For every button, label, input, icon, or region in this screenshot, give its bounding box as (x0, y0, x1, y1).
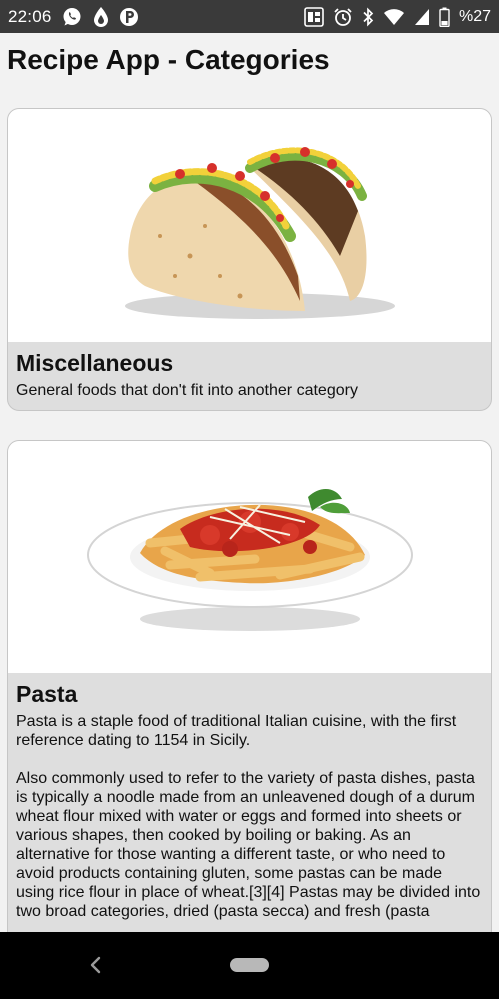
category-list[interactable]: Miscellaneous General foods that don't f… (0, 96, 499, 932)
navigation-bar (0, 932, 499, 999)
category-description-paragraph: Also commonly used to refer to the varie… (16, 770, 481, 920)
category-description: Pasta is a staple food of traditional It… (16, 712, 483, 921)
back-icon[interactable] (84, 952, 106, 978)
category-image-tacos (8, 109, 491, 342)
status-time: 22:06 (8, 6, 52, 26)
signal-icon (414, 8, 430, 26)
category-card-pasta[interactable]: Pasta Pasta is a staple food of traditio… (7, 440, 492, 932)
category-image-pasta (8, 441, 491, 673)
alarm-icon (333, 7, 353, 27)
whatsapp-icon (61, 6, 83, 28)
pasta-illustration (86, 488, 413, 631)
status-left: 22:06 (8, 6, 139, 28)
category-title: Pasta (16, 681, 78, 707)
drop-icon (92, 6, 110, 28)
p-badge-icon (119, 6, 139, 28)
category-card-miscellaneous[interactable]: Miscellaneous General foods that don't f… (7, 108, 492, 411)
volte-icon (304, 6, 324, 27)
category-description-paragraph: Pasta is a staple food of traditional It… (16, 713, 457, 749)
category-description: General foods that don't fit into anothe… (16, 381, 483, 400)
category-card-body: Miscellaneous General foods that don't f… (8, 342, 491, 410)
wifi-icon (383, 8, 405, 26)
bluetooth-icon (362, 6, 374, 27)
page-title: Recipe App - Categories (7, 44, 330, 75)
category-title: Miscellaneous (16, 350, 174, 376)
battery-percent: %27 (458, 7, 491, 25)
category-card-body: Pasta Pasta is a staple food of traditio… (8, 673, 491, 931)
status-right: %27 (304, 6, 491, 27)
category-description-paragraph: General foods that don't fit into anothe… (16, 382, 358, 399)
battery-icon (439, 7, 450, 27)
status-bar: 22:06 %27 (0, 0, 499, 33)
tacos-illustration (124, 146, 395, 319)
phone-screen: 22:06 %27 Recipe App - Categories Miscel… (0, 0, 499, 999)
home-pill-icon[interactable] (230, 958, 269, 972)
